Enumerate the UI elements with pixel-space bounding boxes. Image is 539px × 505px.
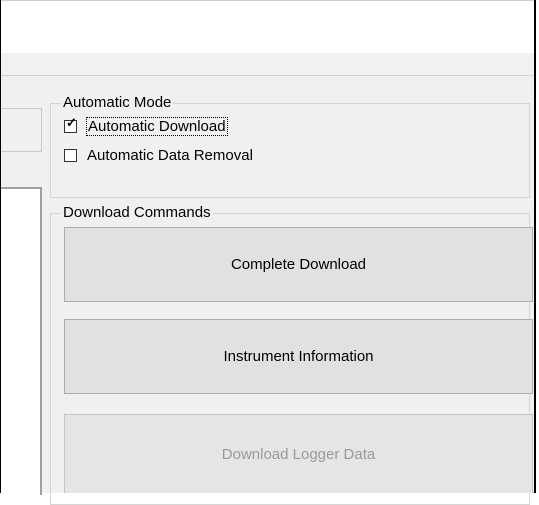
automatic-download-checkbox[interactable]: ✓ (64, 116, 77, 133)
automatic-download-option[interactable]: ✓ Automatic Download (64, 116, 228, 136)
left-panel-upper-box (1, 108, 42, 152)
download-logger-data-button[interactable]: Download Logger Data (64, 414, 533, 493)
window-left-border (0, 0, 1, 493)
download-commands-title: Download Commands (61, 204, 213, 221)
left-panel-list[interactable] (1, 187, 42, 495)
automatic-download-label[interactable]: Automatic Download (86, 117, 228, 136)
instrument-information-button[interactable]: Instrument Information (64, 319, 533, 394)
window-title-area (1, 1, 534, 53)
window-right-border (534, 0, 536, 493)
complete-download-button[interactable]: Complete Download (64, 227, 533, 302)
check-mark-icon: ✓ (66, 115, 77, 130)
automatic-mode-title: Automatic Mode (61, 94, 174, 111)
automatic-data-removal-checkbox[interactable] (64, 149, 77, 162)
toolbar-strip (1, 53, 534, 76)
automatic-data-removal-label[interactable]: Automatic Data Removal (87, 147, 253, 164)
automatic-data-removal-option[interactable]: Automatic Data Removal (64, 147, 253, 164)
window-top-border (0, 0, 536, 1)
